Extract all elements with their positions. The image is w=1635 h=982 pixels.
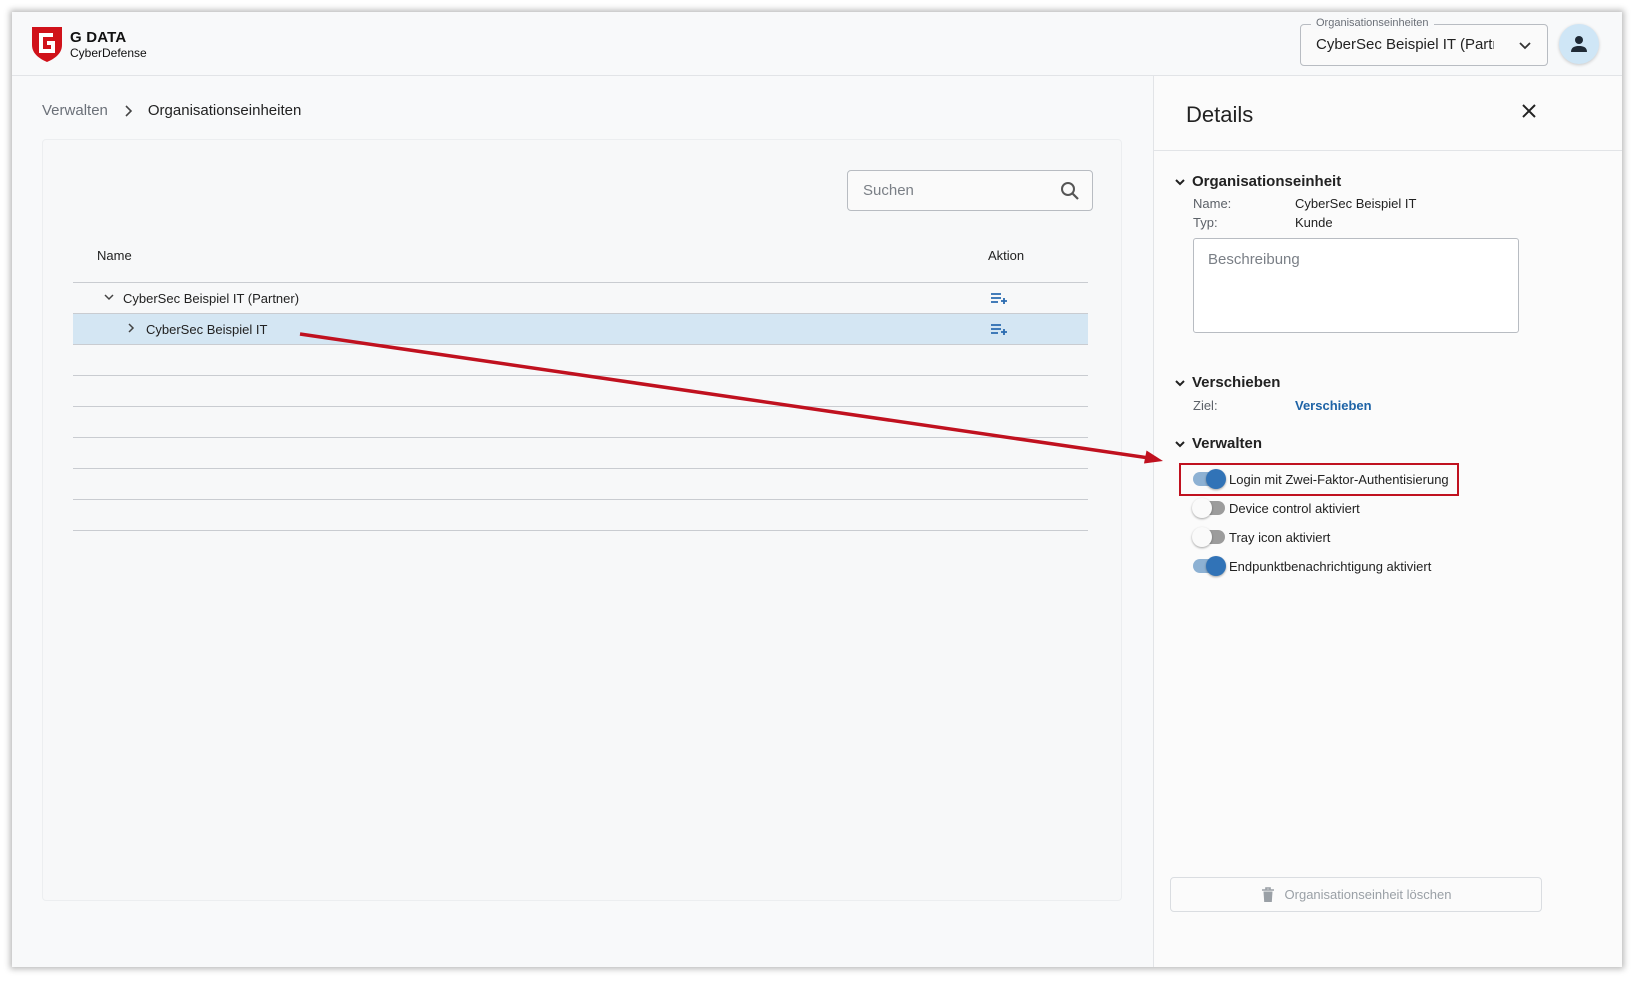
app-window: G DATA CyberDefense Organisationseinheit… [12,12,1622,967]
org-unit-select-label: Organisationseinheiten [1311,17,1434,29]
search-icon[interactable] [1060,181,1080,201]
chevron-down-icon [1175,379,1185,386]
column-header-action: Aktion [988,248,1025,263]
name-key: Name: [1193,196,1232,211]
toggle-row-device-control[interactable]: Device control aktiviert [1192,498,1360,518]
details-title: Details [1186,102,1254,127]
toggle-label: Device control aktiviert [1229,500,1360,516]
chevron-down-icon [1519,42,1531,50]
toggle-label: Tray icon aktiviert [1229,529,1331,545]
table-header: Name Aktion [73,238,1088,283]
chevron-down-icon [1175,440,1185,447]
breadcrumb-current: Organisationseinheiten [147,102,302,119]
type-value: Kunde [1295,215,1333,230]
user-avatar[interactable] [1559,24,1599,64]
add-to-list-icon[interactable] [990,322,1008,336]
section-move-toggle[interactable]: Verschieben [1174,374,1280,391]
search-box[interactable] [847,170,1093,211]
column-header-name[interactable]: Name [97,248,132,263]
chevron-right-icon [122,104,134,118]
empty-row [73,469,1088,500]
target-key: Ziel: [1193,398,1218,413]
chevron-down-icon[interactable] [103,291,115,303]
close-icon[interactable] [1520,102,1538,120]
row-label: CyberSec Beispiel IT (Partner) [123,291,300,306]
top-bar: G DATA CyberDefense Organisationseinheit… [12,12,1622,76]
breadcrumb-verwalten[interactable]: Verwalten [42,102,108,119]
gdata-logo[interactable]: G DATA CyberDefense [30,25,147,63]
empty-row [73,500,1088,531]
toggle-label: Endpunktbenachrichtigung aktiviert [1229,558,1432,574]
section-org-unit-heading: Organisationseinheit [1192,173,1342,190]
section-move-heading: Verschieben [1192,374,1281,391]
org-units-table: Name Aktion CyberSec Beispiel IT (Partne… [73,238,1088,531]
add-to-list-icon[interactable] [990,291,1008,305]
toggle-endpoint-notification[interactable] [1192,556,1226,576]
row-label: CyberSec Beispiel IT [146,322,268,337]
details-header: Details [1154,76,1622,151]
brand-name: G DATA [70,28,127,46]
description-textarea[interactable] [1194,239,1518,332]
delete-org-unit-label: Organisationseinheit löschen [1284,887,1452,902]
delete-org-unit-button[interactable]: Organisationseinheit löschen [1170,877,1542,912]
empty-row [73,438,1088,469]
empty-row [73,407,1088,438]
toggle-tray-icon[interactable] [1192,527,1226,547]
org-unit-select[interactable]: Organisationseinheiten CyberSec Beispiel… [1300,17,1548,66]
section-manage-heading: Verwalten [1192,435,1263,452]
org-unit-select-value: CyberSec Beispiel IT (Partner) [1316,36,1494,53]
section-org-unit-toggle[interactable]: Organisationseinheit [1174,173,1341,190]
table-row[interactable]: CyberSec Beispiel IT (Partner) [73,283,1088,314]
chevron-right-icon[interactable] [125,322,137,334]
brand-subtitle: CyberDefense [70,45,147,60]
details-panel: Details Organisationseinheit Name: Cyber… [1153,76,1622,967]
breadcrumb: Verwalten Organisationseinheiten [42,102,301,119]
empty-row [73,376,1088,407]
annotation-highlight-box [1179,463,1459,496]
name-value: CyberSec Beispiel IT [1295,196,1417,211]
chevron-down-icon [1175,178,1185,185]
org-units-card: Name Aktion CyberSec Beispiel IT (Partne… [42,139,1122,901]
section-manage-toggle[interactable]: Verwalten [1174,435,1262,452]
toggle-device-control[interactable] [1192,498,1226,518]
type-key: Typ: [1193,215,1218,230]
shield-logo-icon [32,27,62,62]
move-link[interactable]: Verschieben [1295,398,1372,413]
search-input[interactable] [848,171,1048,210]
description-field[interactable] [1193,238,1519,333]
toggle-row-tray-icon[interactable]: Tray icon aktiviert [1192,527,1330,547]
trash-icon [1261,886,1274,902]
user-icon [1571,36,1587,52]
table-row-selected[interactable]: CyberSec Beispiel IT [73,314,1088,345]
empty-row [73,345,1088,376]
toggle-row-endpoint-notification[interactable]: Endpunktbenachrichtigung aktiviert [1192,556,1431,576]
